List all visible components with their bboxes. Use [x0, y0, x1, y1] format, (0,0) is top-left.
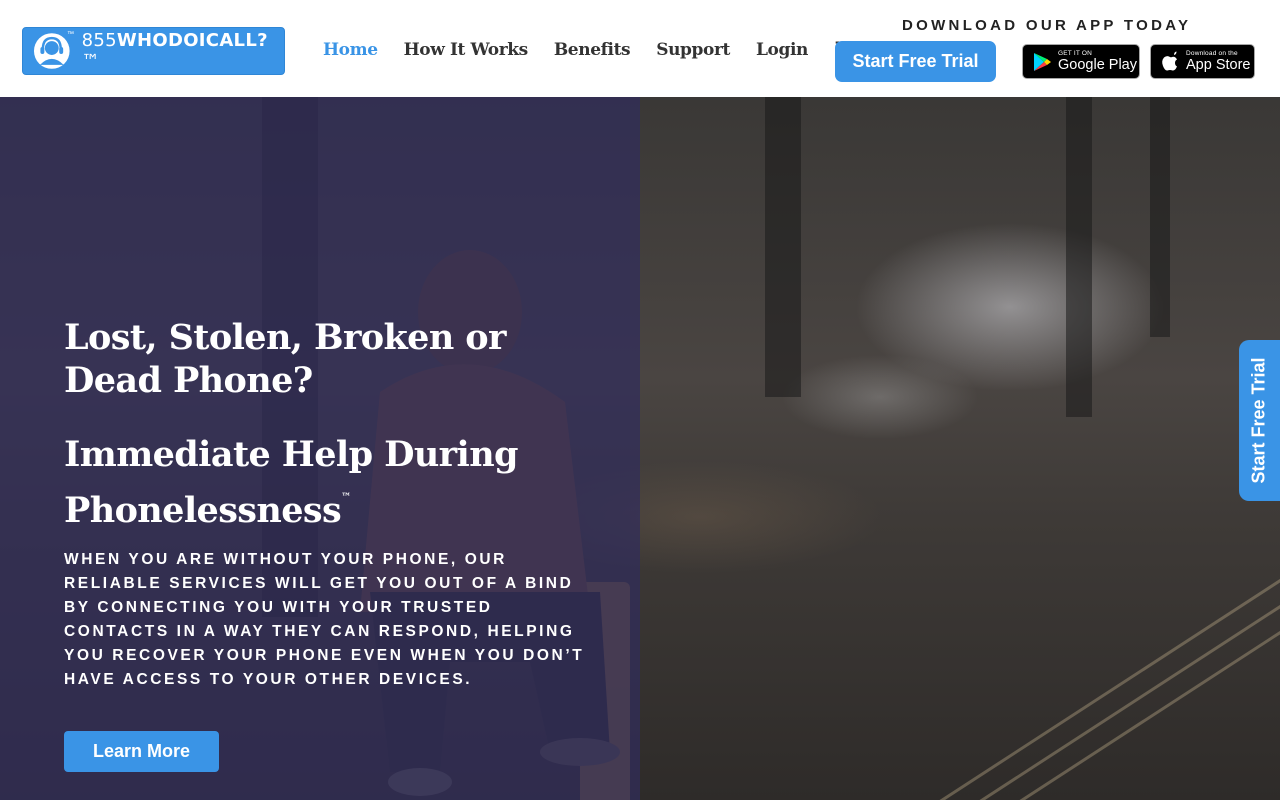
hero-subtitle: Immediate Help During Phonelessness™	[64, 434, 519, 531]
google-play-icon	[1034, 52, 1051, 71]
nav-support[interactable]: Support	[656, 40, 730, 60]
brand-logo[interactable]: ™ 855WHODOICALL?™	[22, 27, 285, 75]
apple-icon	[1162, 51, 1177, 71]
app-store-text: Download on the App Store	[1186, 49, 1251, 73]
logo-text: 855WHODOICALL?™	[81, 30, 268, 72]
google-play-text: GET IT ON Google Play	[1058, 49, 1137, 73]
nav-how-it-works[interactable]: How It Works	[404, 40, 529, 60]
download-app-label: DOWNLOAD OUR APP TODAY	[902, 17, 1192, 34]
start-free-trial-button[interactable]: Start Free Trial	[835, 41, 996, 82]
side-tab-label: Start Free Trial	[1249, 357, 1269, 484]
hero-section: Lost, Stolen, Broken or Dead Phone? Imme…	[0, 97, 1280, 800]
google-play-badge[interactable]: GET IT ON Google Play	[1022, 44, 1140, 79]
headset-user-icon	[33, 33, 70, 69]
logo-trademark: ™	[67, 31, 74, 38]
app-store-badge[interactable]: Download on the App Store	[1150, 44, 1255, 79]
trademark-mark: ™	[341, 492, 351, 503]
learn-more-button[interactable]: Learn More	[64, 731, 219, 772]
site-header: ™ 855WHODOICALL?™ Home How It Works Bene…	[0, 0, 1280, 97]
nav-home[interactable]: Home	[323, 40, 378, 60]
side-start-free-trial-tab[interactable]: Start Free Trial	[1239, 340, 1280, 501]
nav-login[interactable]: Login	[756, 40, 808, 60]
hero-title: Lost, Stolen, Broken or Dead Phone?	[64, 317, 506, 401]
hero-description: When you are without your phone, our rel…	[64, 551, 585, 688]
nav-benefits[interactable]: Benefits	[554, 40, 631, 60]
main-nav: Home How It Works Benefits Support Login…	[323, 37, 852, 62]
